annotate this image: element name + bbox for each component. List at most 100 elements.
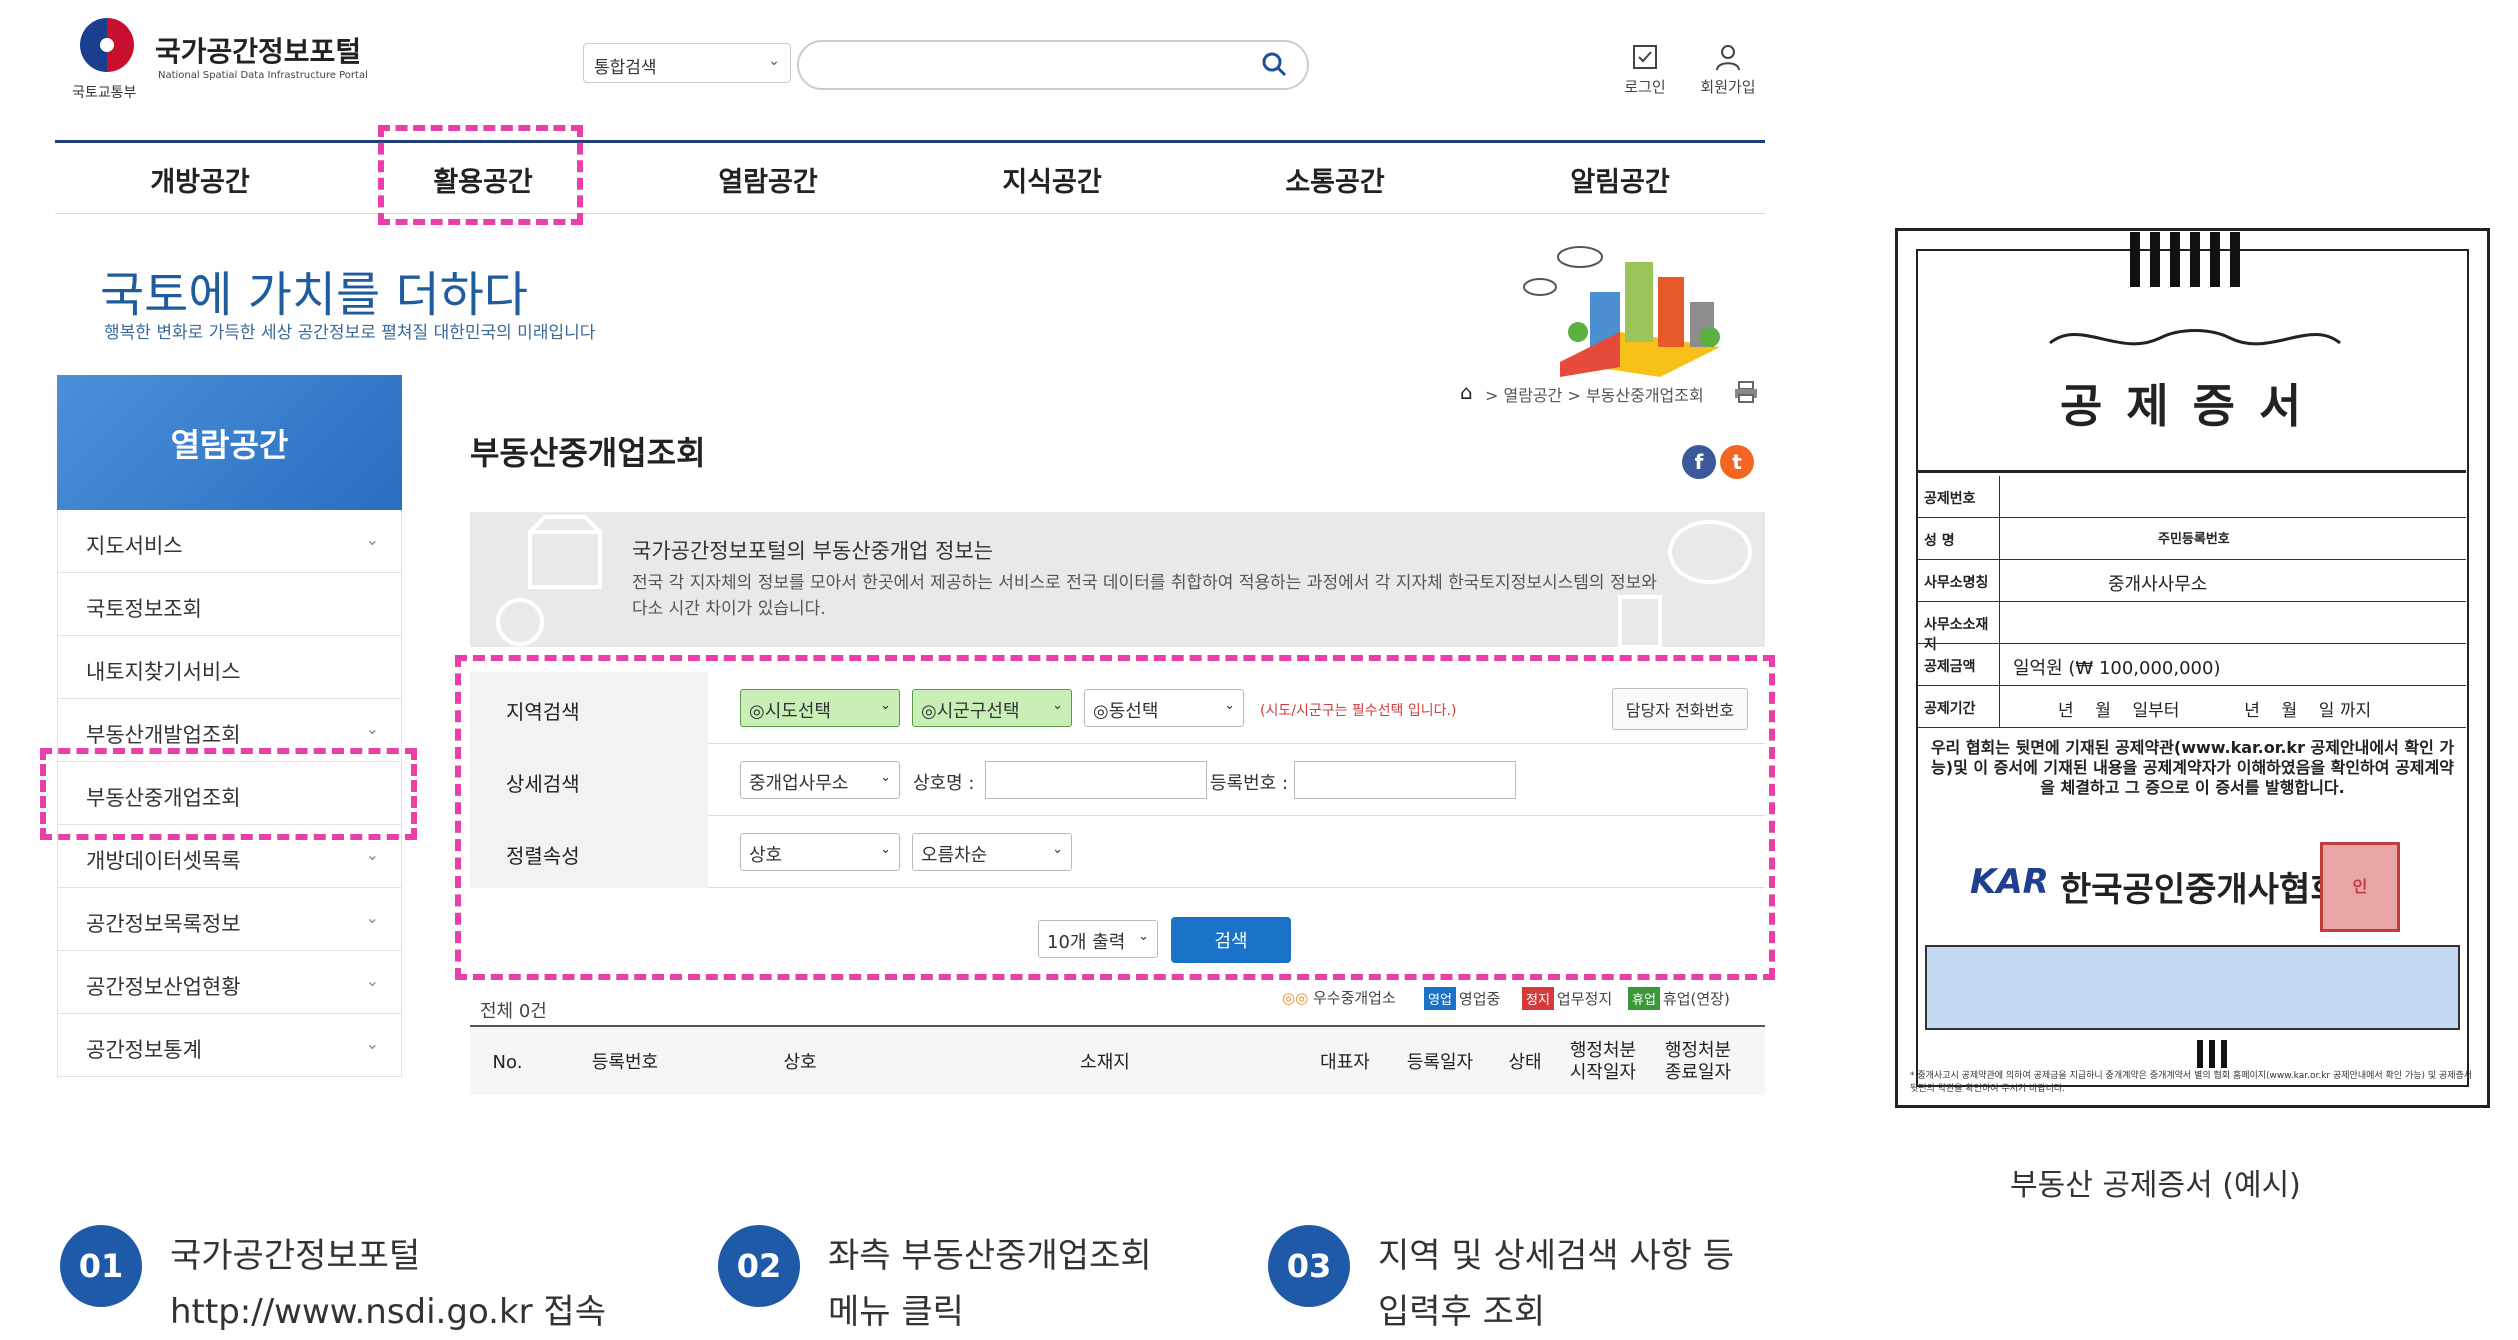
step-2-line2: 메뉴 클릭 [828, 1292, 964, 1332]
sidebar-item-label: 국토정보조회 [86, 597, 202, 621]
signup-label: 회원가입 [1700, 78, 1756, 96]
certificate-body: 우리 협회는 뒷면에 기재된 공제약관(www.kar.or.kr 공제안내에서… [1930, 738, 2455, 797]
home-icon[interactable]: ⌂ [1460, 380, 1473, 404]
search-input[interactable] [797, 40, 1309, 90]
step-3-text: 지역 및 상세검색 사항 등 입력후 조회 [1378, 1228, 1734, 1340]
chevron-down-icon: ⌄ [768, 53, 780, 69]
city-illustration [1523, 246, 1720, 377]
step-3-badge: 03 [1268, 1225, 1350, 1307]
sidebar-item-land-info[interactable]: 국토정보조회 [57, 573, 402, 636]
hero-title: 국토에 가치를 더하다 [100, 267, 528, 323]
twitter-icon[interactable]: t [1720, 445, 1754, 479]
cert-row-amount: 공제금액 일억원 (₩ 100,000,000) [1918, 644, 2466, 686]
open-badge: 영업 [1424, 987, 1456, 1010]
legend-excellent: ◎◎ 우수중개업소 [1282, 987, 1396, 1008]
sidebar-item-spatial-catalog[interactable]: 공간정보목록정보 ⌄ [57, 888, 402, 951]
breadcrumb: > 열람공간 > 부동산중개업조회 [1485, 386, 1704, 405]
portal-title[interactable]: 국가공간정보포털 [155, 30, 361, 70]
nav-view-space[interactable]: 열람공간 [668, 160, 868, 199]
highlight-use-space [378, 125, 583, 225]
official-seal-icon: 인 [2320, 842, 2400, 932]
nav-knowledge-space[interactable]: 지식공간 [952, 160, 1152, 199]
cert-key: 사무소소재지 [1918, 602, 2000, 653]
cert-key: 공제번호 [1918, 476, 2000, 518]
chevron-down-icon: ⌄ [365, 845, 379, 864]
step-2-badge: 02 [718, 1225, 800, 1307]
sidebar-item-map-service[interactable]: 지도서비스 ⌄ [57, 510, 402, 573]
step-1-text: 국가공간정보포털 http://www.nsdi.go.kr 접속 [170, 1228, 606, 1340]
col-no: No. [492, 1052, 523, 1073]
cert-value: 중개사사무소 [2108, 574, 2208, 595]
sidebar-item-label: 지도서비스 [86, 534, 183, 558]
cert-value: 주민등록번호 [2158, 532, 2230, 547]
certificate-title: 공제증서 [2060, 379, 2326, 433]
legend-rest: 휴업 휴업(연장) [1628, 987, 1730, 1010]
search-icon[interactable] [1261, 51, 1287, 77]
step-3-line1: 지역 및 상세검색 사항 등 [1378, 1236, 1735, 1276]
chevron-down-icon: ⌄ [365, 971, 379, 990]
legend-open-label: 영업중 [1458, 990, 1501, 1008]
sidebar-item-find-my-land[interactable]: 내토지찾기서비스 [57, 636, 402, 699]
search-scope-select[interactable]: 통합검색 ⌄ [583, 43, 791, 83]
col-representative: 대표자 [1320, 1052, 1370, 1073]
sidebar-item-label: 개방데이터셋목록 [86, 849, 241, 873]
login-label: 로그인 [1624, 78, 1666, 96]
cert-key: 성 명 [1918, 518, 2000, 560]
user-icon [1716, 45, 1740, 71]
col-address: 소재지 [1080, 1052, 1130, 1073]
sidebar-item-label: 부동산개발업조회 [86, 723, 241, 747]
cert-row-address: 사무소소재지 [1918, 602, 2466, 653]
cert-key: 사무소명칭 [1918, 560, 2000, 602]
ministry-logo-icon[interactable] [80, 18, 134, 72]
step-1-line2: http://www.nsdi.go.kr 접속 [170, 1292, 606, 1332]
legend-stop-label: 업무정지 [1556, 990, 1613, 1008]
chevron-down-icon: ⌄ [365, 908, 379, 927]
legend-open: 영업 영업중 [1424, 987, 1500, 1010]
certificate-barcode-small [2197, 1040, 2227, 1068]
chevron-down-icon: ⌄ [365, 719, 379, 738]
login-icon [1633, 45, 1657, 69]
signup-button[interactable]: 회원가입 [1688, 42, 1768, 97]
highlight-broker-menu [40, 748, 417, 840]
ministry-name: 국토교통부 [72, 85, 137, 101]
legend-excellent-label: 우수중개업소 [1312, 989, 1396, 1007]
highlight-search-form [455, 655, 1775, 980]
certificate-footnote: * 중개사고시 공제약관에 의하여 공제금을 지급하니 중개계약은 중개계약서 … [1910, 1071, 2473, 1094]
print-icon[interactable] [1733, 380, 1759, 404]
info-description: 전국 각 지자체의 정보를 모아서 한곳에서 제공하는 서비스로 전국 데이터를… [632, 573, 1657, 619]
nav-divider [55, 213, 1765, 214]
sidebar-item-label: 공간정보목록정보 [86, 912, 241, 936]
chevron-down-icon: ⌄ [365, 1034, 379, 1053]
step-3-line2: 입력후 조회 [1378, 1292, 1546, 1332]
cert-value: 년 월 일부터 년 월 일 까지 [2058, 701, 2372, 721]
nav-notice-space[interactable]: 알림공간 [1520, 160, 1720, 199]
facebook-icon[interactable]: f [1682, 445, 1716, 479]
step-1-line1: 국가공간정보포털 [170, 1236, 421, 1276]
info-title: 국가공간정보포털의 부동산중개업 정보는 [632, 539, 994, 563]
certificate-barcode [2130, 232, 2240, 287]
page-title: 부동산중개업조회 [470, 434, 706, 472]
col-reg-date: 등록일자 [1406, 1052, 1474, 1073]
store-illustration-icon [496, 515, 602, 646]
nav-open-space[interactable]: 개방공간 [100, 160, 300, 199]
cert-row-office: 사무소명칭 중개사사무소 [1918, 560, 2466, 602]
rest-badge: 휴업 [1628, 987, 1660, 1010]
sidebar-item-statistics[interactable]: 공간정보통계 ⌄ [57, 1014, 402, 1077]
cert-title-divider [1918, 470, 2466, 473]
col-sanction-start: 행정처분 시작일자 [1569, 1040, 1637, 1083]
nav-top-border [55, 140, 1765, 143]
step-2-text: 좌측 부동산중개업조회 메뉴 클릭 [828, 1228, 1152, 1340]
sidebar-item-industry-status[interactable]: 공간정보산업현황 ⌄ [57, 951, 402, 1014]
certificate-ornament [2049, 329, 2341, 346]
certificate-fine-print [1925, 945, 2460, 1030]
nav-communication-space[interactable]: 소통공간 [1235, 160, 1435, 199]
sidebar-item-label: 내토지찾기서비스 [86, 660, 241, 684]
cert-key: 공제금액 [1918, 644, 2000, 686]
cert-value: 일억원 (₩ 100,000,000) [2013, 658, 2221, 679]
step-2-line1: 좌측 부동산중개업조회 [828, 1236, 1152, 1276]
login-button[interactable]: 로그인 [1605, 42, 1685, 97]
kar-logo-icon: KAR [1970, 862, 2049, 902]
certificate-caption: 부동산 공제증서 (예시) [2010, 1168, 2301, 1203]
chevron-down-icon: ⌄ [365, 530, 379, 549]
cert-key: 공제기간 [1918, 686, 2000, 728]
